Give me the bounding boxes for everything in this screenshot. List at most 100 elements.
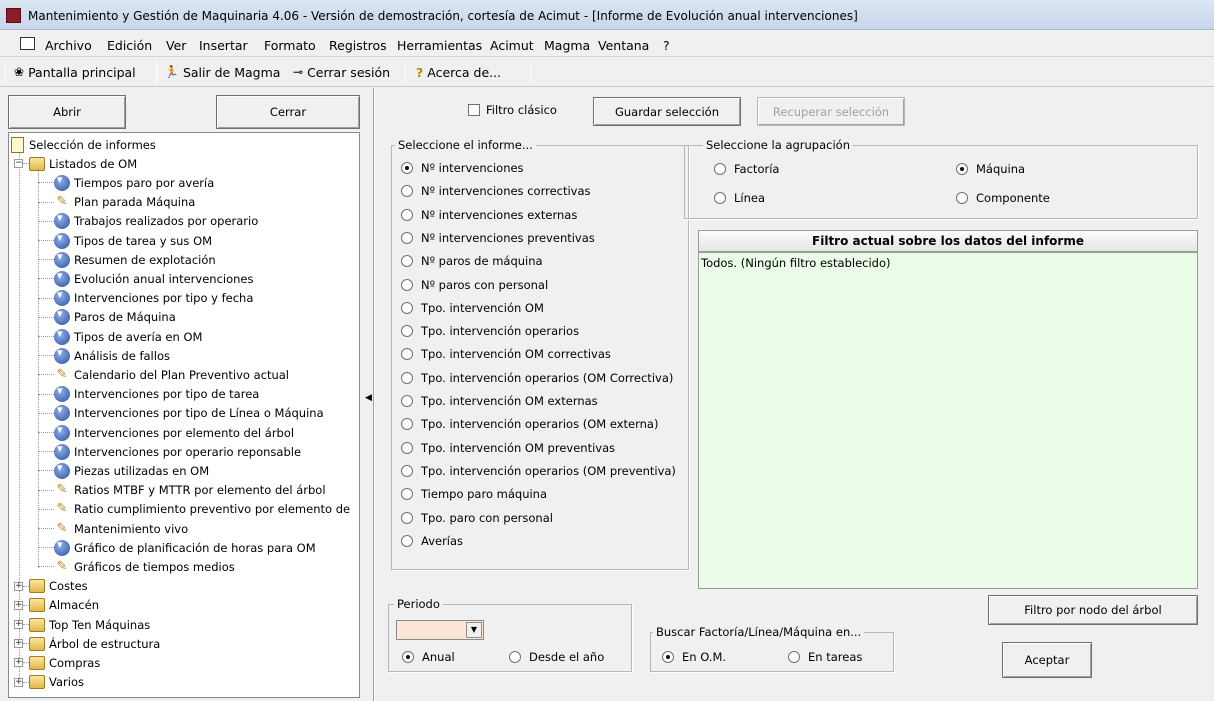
radio-dot[interactable]	[401, 231, 413, 244]
menu-magma[interactable]: Magma	[544, 38, 590, 53]
logout-button[interactable]: ⊸ Cerrar sesión	[293, 62, 390, 82]
radio-dot[interactable]	[401, 488, 413, 501]
radio-dot[interactable]	[662, 651, 674, 663]
tree-item[interactable]: Paros de Máquina	[54, 307, 176, 327]
tree-item[interactable]: Análisis de fallos	[54, 346, 170, 365]
radio-dot[interactable]	[714, 163, 726, 175]
tree-item[interactable]: Trabajos realizados por operario	[54, 211, 258, 231]
radio-dot[interactable]	[401, 371, 413, 384]
grouping-maquina-radio[interactable]: Máquina	[956, 162, 1025, 176]
radio-dot[interactable]	[788, 651, 800, 663]
radio-dot[interactable]	[401, 255, 413, 268]
tree-group[interactable]: Varios	[29, 673, 84, 692]
tree-expander[interactable]: +	[14, 620, 23, 629]
report-option-radio[interactable]: Tpo. intervención OM externas	[401, 394, 598, 408]
tree-group[interactable]: Compras	[29, 653, 100, 672]
app-icon[interactable]	[6, 8, 21, 23]
tree-item[interactable]: Resumen de explotación	[54, 250, 216, 269]
radio-dot[interactable]	[401, 348, 413, 361]
tree-root[interactable]: Selección de informes	[11, 135, 156, 154]
period-annual-radio[interactable]: Anual	[402, 650, 455, 664]
tree-item[interactable]: ✎ Mantenimiento vivo	[54, 519, 189, 538]
report-option-radio[interactable]: Nº intervenciones preventivas	[401, 231, 595, 245]
radio-dot[interactable]	[401, 162, 413, 174]
chevron-down-icon[interactable]: ▼	[466, 622, 482, 638]
report-option-radio[interactable]: Tiempo paro máquina	[401, 487, 547, 501]
tree-expander[interactable]: +	[14, 677, 23, 687]
collapse-arrow-icon[interactable]: ◀	[365, 393, 372, 403]
open-button[interactable]: Abrir	[8, 95, 126, 129]
report-option-radio[interactable]: Tpo. intervención OM	[401, 301, 544, 315]
filter-panel[interactable]: Todos. (Ningún filtro establecido)	[698, 252, 1198, 589]
tree-expander[interactable]: +	[14, 581, 23, 591]
radio-dot[interactable]	[714, 192, 726, 204]
radio-dot[interactable]	[401, 418, 413, 431]
tree-expander[interactable]: +	[14, 600, 23, 610]
menu-formato[interactable]: Formato	[264, 38, 316, 53]
tree-item[interactable]: Piezas utilizadas en OM	[54, 461, 209, 480]
radio-dot[interactable]	[956, 192, 968, 204]
tree-group[interactable]: Costes	[29, 577, 88, 596]
tree-item[interactable]: ✎ Calendario del Plan Preventivo actual	[54, 365, 289, 384]
tree-expander[interactable]: +	[14, 658, 23, 668]
radio-dot[interactable]	[401, 464, 413, 477]
report-option-radio[interactable]: Tpo. intervención operarios (OM Correcti…	[401, 371, 673, 385]
tree-item[interactable]: Intervenciones por elemento del árbol	[54, 423, 294, 442]
radio-dot[interactable]	[401, 208, 413, 221]
exit-button[interactable]: 🏃 Salir de Magma	[164, 62, 280, 82]
tree-item[interactable]: Tipos de avería en OM	[54, 327, 202, 346]
tree-item[interactable]: Gráfico de planificación de horas para O…	[54, 538, 316, 557]
grouping-componente-radio[interactable]: Componente	[956, 191, 1050, 205]
tree-item[interactable]: ✎ Ratios MTBF y MTTR por elemento del árb…	[54, 481, 326, 500]
tree-item[interactable]: Evolución anual intervenciones	[54, 269, 254, 288]
radio-dot[interactable]	[401, 395, 413, 407]
report-option-radio[interactable]: Nº intervenciones externas	[401, 208, 577, 222]
node-filter-button[interactable]: Filtro por nodo del árbol	[988, 595, 1198, 625]
panel-divider[interactable]	[373, 88, 375, 701]
grouping-factoria-radio[interactable]: Factoría	[714, 162, 779, 176]
tree-item[interactable]: Intervenciones por operario reponsable	[54, 442, 301, 461]
menu-edicion[interactable]: Edición	[107, 38, 152, 53]
search-tasks-radio[interactable]: En tareas	[788, 650, 862, 664]
menu-archivo[interactable]: Archivo	[45, 38, 92, 53]
menu-help[interactable]: ?	[663, 38, 670, 53]
tree-expander[interactable]: +	[14, 639, 23, 649]
radio-dot[interactable]	[401, 278, 413, 291]
tree-item[interactable]: ✎ Plan parada Máquina	[54, 193, 196, 212]
menu-acimut[interactable]: Acimut	[490, 38, 534, 53]
grouping-linea-radio[interactable]: Línea	[714, 191, 765, 205]
tree-item[interactable]: Tiempos paro por avería	[54, 173, 214, 192]
tree-item[interactable]: Intervenciones por tipo de tarea	[54, 384, 259, 404]
tree-group[interactable]: Listados de OM	[29, 154, 137, 173]
radio-dot[interactable]	[401, 534, 413, 547]
classic-filter-checkbox[interactable]: Filtro clásico	[468, 103, 557, 117]
save-selection-button[interactable]: Guardar selección	[593, 97, 741, 126]
report-option-radio[interactable]: Tpo. intervención operarios	[401, 324, 579, 338]
radio-dot[interactable]	[401, 325, 413, 338]
menu-herramientas[interactable]: Herramientas	[397, 38, 482, 53]
menu-ver[interactable]: Ver	[166, 38, 186, 53]
radio-dot[interactable]	[956, 163, 968, 175]
menu-insertar[interactable]: Insertar	[199, 38, 248, 53]
about-button[interactable]: ? Acerca de...	[416, 62, 501, 82]
accept-button[interactable]: Aceptar	[1002, 642, 1092, 678]
radio-dot[interactable]	[402, 651, 414, 663]
tree-expander[interactable]: −	[14, 159, 23, 169]
radio-dot[interactable]	[401, 441, 413, 454]
radio-dot[interactable]	[401, 301, 413, 314]
report-option-radio[interactable]: Tpo. intervención OM preventivas	[401, 441, 615, 455]
tree-item[interactable]: Intervenciones por tipo y fecha	[54, 288, 253, 308]
report-option-radio[interactable]: Tpo. intervención OM correctivas	[401, 347, 611, 361]
report-option-radio[interactable]: Nº intervenciones correctivas	[401, 184, 591, 198]
menu-registros[interactable]: Registros	[329, 38, 387, 53]
report-option-radio[interactable]: Tpo. intervención operarios (OM externa)	[401, 417, 658, 431]
tree-group[interactable]: Top Ten Máquinas	[29, 615, 150, 634]
tree-item[interactable]: ✎ Gráficos de tiempos medios	[54, 557, 235, 576]
tree-item[interactable]: ✎ Ratio cumplimiento preventivo por eleme…	[54, 500, 351, 519]
report-option-radio[interactable]: Tpo. intervención operarios (OM preventi…	[401, 464, 676, 478]
close-button[interactable]: Cerrar	[216, 95, 360, 129]
period-since-year-radio[interactable]: Desde el año	[509, 650, 604, 664]
radio-dot[interactable]	[401, 511, 413, 524]
radio-dot[interactable]	[509, 651, 521, 663]
report-option-radio[interactable]: Nº paros con personal	[401, 278, 548, 292]
